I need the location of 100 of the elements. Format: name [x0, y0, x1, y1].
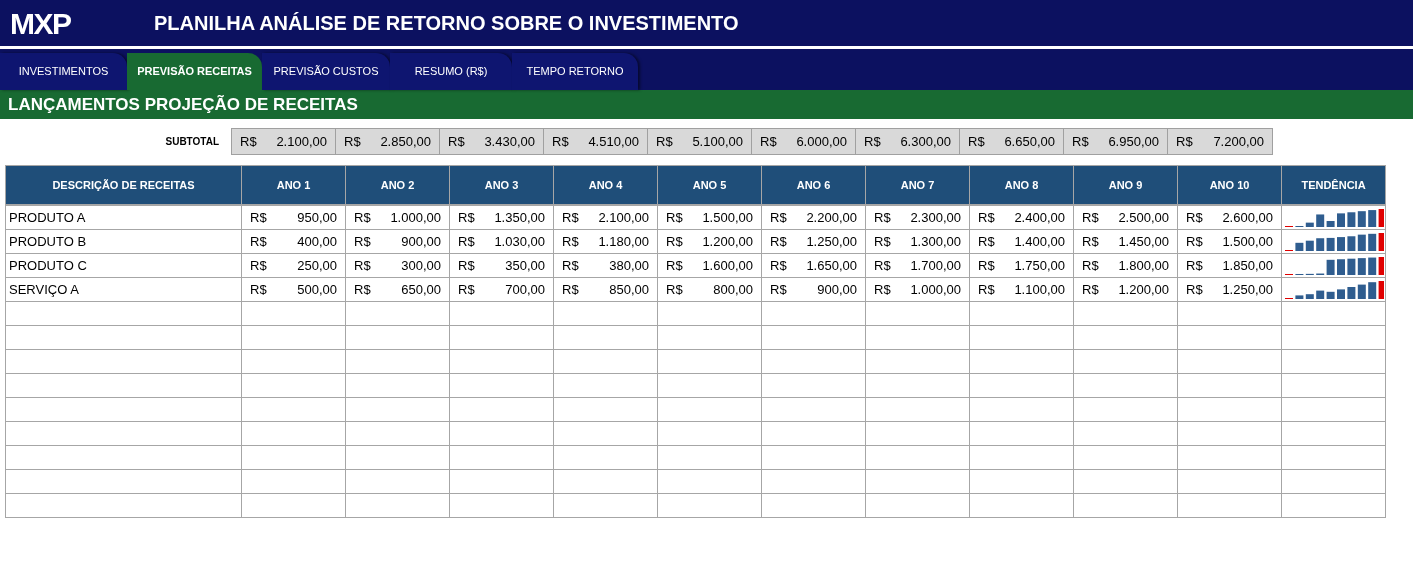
currency-symbol: R$ [562, 280, 579, 299]
currency-symbol: R$ [552, 132, 569, 151]
amount: 2.850,00 [380, 132, 431, 151]
currency-symbol: R$ [250, 208, 267, 227]
currency-symbol: R$ [458, 232, 475, 251]
currency-symbol: R$ [760, 132, 777, 151]
amount: 1.500,00 [702, 208, 753, 227]
currency-symbol: R$ [250, 280, 267, 299]
column-header: ANO 1 [242, 166, 346, 206]
currency-symbol: R$ [770, 256, 787, 275]
currency-symbol: R$ [1082, 280, 1099, 299]
column-header: ANO 2 [346, 166, 450, 206]
amount: 1.180,00 [598, 232, 649, 251]
currency-symbol: R$ [874, 280, 891, 299]
amount: 6.000,00 [796, 132, 847, 151]
column-header: ANO 8 [970, 166, 1074, 206]
currency-symbol: R$ [864, 132, 881, 151]
sheet-tab[interactable]: INVESTIMENTOS [0, 53, 127, 90]
currency-symbol: R$ [666, 280, 683, 299]
column-header: ANO 6 [762, 166, 866, 206]
page-title: PLANILHA ANÁLISE DE RETORNO SOBRE O INVESTIMENTO [154, 11, 739, 36]
currency-symbol: R$ [666, 232, 683, 251]
currency-symbol: R$ [1186, 256, 1203, 275]
currency-symbol: R$ [562, 232, 579, 251]
amount: 2.400,00 [1014, 208, 1065, 227]
currency-symbol: R$ [874, 232, 891, 251]
amount: 1.350,00 [494, 208, 545, 227]
table-cell: PRODUTO B [6, 230, 242, 254]
amount: 2.300,00 [910, 208, 961, 227]
sheet-tab[interactable]: PREVISÃO RECEITAS [127, 53, 262, 90]
currency-symbol: R$ [770, 208, 787, 227]
amount: 700,00 [505, 280, 545, 299]
currency-symbol: R$ [344, 132, 361, 151]
amount: 1.200,00 [1118, 280, 1169, 299]
currency-symbol: R$ [656, 132, 673, 151]
currency-symbol: R$ [250, 256, 267, 275]
table-cell: PRODUTO C [6, 254, 242, 278]
amount: 800,00 [713, 280, 753, 299]
currency-symbol: R$ [1082, 208, 1099, 227]
amount: 250,00 [297, 256, 337, 275]
column-header: ANO 7 [866, 166, 970, 206]
sheet-tab[interactable]: RESUMO (R$) [390, 53, 512, 90]
sheet-tab[interactable]: PREVISÃO CUSTOS [262, 53, 390, 90]
amount: 1.300,00 [910, 232, 961, 251]
currency-symbol: R$ [354, 280, 371, 299]
amount: 300,00 [401, 256, 441, 275]
amount: 1.800,00 [1118, 256, 1169, 275]
sheet-tab[interactable]: TEMPO RETORNO [512, 53, 638, 90]
amount: 7.200,00 [1213, 132, 1264, 151]
amount: 5.100,00 [692, 132, 743, 151]
amount: 1.100,00 [1014, 280, 1065, 299]
amount: 1.850,00 [1222, 256, 1273, 275]
amount: 1.600,00 [702, 256, 753, 275]
currency-symbol: R$ [978, 280, 995, 299]
currency-symbol: R$ [354, 208, 371, 227]
currency-symbol: R$ [770, 232, 787, 251]
column-header: DESCRIÇÃO DE RECEITAS [6, 166, 242, 206]
amount: 1.650,00 [806, 256, 857, 275]
currency-symbol: R$ [354, 256, 371, 275]
currency-symbol: R$ [562, 208, 579, 227]
subtotal-label: SUBTOTAL [164, 135, 220, 149]
currency-symbol: R$ [354, 232, 371, 251]
table-cell: SERVIÇO A [6, 278, 242, 302]
currency-symbol: R$ [874, 208, 891, 227]
currency-symbol: R$ [1186, 280, 1203, 299]
amount: 1.700,00 [910, 256, 961, 275]
column-header: ANO 4 [554, 166, 658, 206]
logo: MXP [10, 5, 72, 42]
amount: 1.250,00 [806, 232, 857, 251]
currency-symbol: R$ [1176, 132, 1193, 151]
amount: 2.600,00 [1222, 208, 1273, 227]
amount: 1.400,00 [1014, 232, 1065, 251]
amount: 6.300,00 [900, 132, 951, 151]
amount: 2.100,00 [276, 132, 327, 151]
currency-symbol: R$ [978, 232, 995, 251]
column-header: ANO 3 [450, 166, 554, 206]
amount: 1.030,00 [494, 232, 545, 251]
currency-symbol: R$ [666, 208, 683, 227]
amount: 650,00 [401, 280, 441, 299]
currency-symbol: R$ [1186, 208, 1203, 227]
currency-symbol: R$ [978, 208, 995, 227]
currency-symbol: R$ [562, 256, 579, 275]
currency-symbol: R$ [770, 280, 787, 299]
currency-symbol: R$ [874, 256, 891, 275]
amount: 900,00 [817, 280, 857, 299]
column-header: ANO 9 [1074, 166, 1178, 206]
amount: 2.100,00 [598, 208, 649, 227]
amount: 4.510,00 [588, 132, 639, 151]
currency-symbol: R$ [978, 256, 995, 275]
currency-symbol: R$ [1082, 232, 1099, 251]
currency-symbol: R$ [250, 232, 267, 251]
amount: 500,00 [297, 280, 337, 299]
amount: 400,00 [297, 232, 337, 251]
currency-symbol: R$ [448, 132, 465, 151]
currency-symbol: R$ [666, 256, 683, 275]
currency-symbol: R$ [1082, 256, 1099, 275]
amount: 1.500,00 [1222, 232, 1273, 251]
amount: 2.200,00 [806, 208, 857, 227]
currency-symbol: R$ [458, 280, 475, 299]
currency-symbol: R$ [968, 132, 985, 151]
